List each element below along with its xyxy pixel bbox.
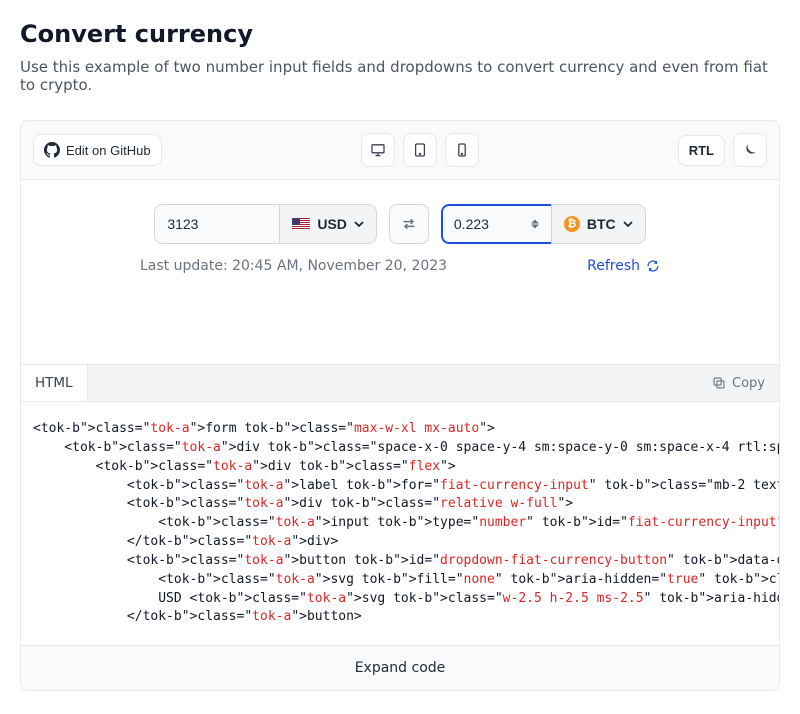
meta-row: Last update: 20:45 AM, November 20, 2023… — [140, 258, 660, 274]
code-line: <tok-b">class="tok-a">input tok-b">type=… — [33, 514, 767, 533]
code-line: <tok-b">class="tok-a">svg tok-b">fill="n… — [33, 571, 767, 590]
crypto-currency-label: BTC — [587, 216, 616, 232]
rtl-toggle-button[interactable]: RTL — [678, 135, 725, 166]
page-title: Convert currency — [20, 20, 780, 48]
copy-button[interactable]: Copy — [698, 376, 779, 391]
bitcoin-icon: ₿ — [564, 216, 580, 232]
fiat-amount-input[interactable] — [154, 204, 279, 244]
crypto-currency-dropdown[interactable]: ₿ BTC — [551, 204, 646, 244]
stepper-down-icon[interactable] — [531, 225, 539, 229]
crypto-group: ₿ BTC — [441, 204, 646, 244]
currency-form: USD ₿ — [33, 204, 767, 244]
refresh-label: Refresh — [587, 258, 640, 274]
mobile-icon — [454, 142, 470, 158]
swap-button[interactable] — [389, 204, 429, 244]
edit-on-github-label: Edit on GitHub — [66, 143, 151, 158]
code-line: </tok-b">class="tok-a">button> — [33, 608, 767, 627]
us-flag-icon — [292, 218, 310, 230]
mobile-view-button[interactable] — [445, 133, 479, 167]
moon-icon — [742, 142, 758, 158]
expand-code-button[interactable]: Expand code — [21, 645, 779, 690]
code-line: USD <tok-b">class="tok-a">svg tok-b">cla… — [33, 590, 767, 609]
code-line: <tok-b">class="tok-a">form tok-b">class=… — [33, 420, 767, 439]
edit-on-github-button[interactable]: Edit on GitHub — [33, 134, 162, 166]
tablet-view-button[interactable] — [403, 133, 437, 167]
swap-icon — [401, 216, 417, 232]
refresh-icon — [646, 259, 660, 273]
desktop-view-button[interactable] — [361, 133, 395, 167]
code-line: <tok-b">class="tok-a">button tok-b">id="… — [33, 552, 767, 571]
last-update-text: Last update: 20:45 AM, November 20, 2023 — [140, 258, 447, 274]
chevron-down-icon — [623, 219, 633, 229]
fiat-currency-dropdown[interactable]: USD — [279, 204, 377, 244]
chevron-down-icon — [354, 219, 364, 229]
fiat-group: USD — [154, 204, 377, 244]
code-block: <tok-b">class="tok-a">form tok-b">class=… — [21, 402, 779, 645]
code-line: </tok-b">class="tok-a">div> — [33, 533, 767, 552]
code-line: <tok-b">class="tok-a">div tok-b">class="… — [33, 458, 767, 477]
example-card: Edit on GitHub RTL — [20, 120, 780, 691]
tablet-icon — [412, 142, 428, 158]
code-line: <tok-b">class="tok-a">label tok-b">for="… — [33, 477, 767, 496]
code-tabs: HTML Copy — [21, 364, 779, 402]
copy-label: Copy — [732, 376, 765, 391]
tab-html[interactable]: HTML — [21, 365, 88, 401]
github-icon — [44, 142, 60, 158]
dark-mode-toggle-button[interactable] — [733, 133, 767, 167]
desktop-icon — [370, 142, 386, 158]
preview-area: USD ₿ — [21, 180, 779, 364]
fiat-currency-label: USD — [317, 216, 347, 232]
page-subtitle: Use this example of two number input fie… — [20, 58, 780, 94]
copy-icon — [712, 376, 726, 390]
code-line: <tok-b">class="tok-a">div tok-b">class="… — [33, 439, 767, 458]
stepper-up-icon[interactable] — [531, 220, 539, 224]
card-toolbar: Edit on GitHub RTL — [21, 121, 779, 180]
code-line: <tok-b">class="tok-a">div tok-b">class="… — [33, 495, 767, 514]
refresh-link[interactable]: Refresh — [587, 258, 660, 274]
